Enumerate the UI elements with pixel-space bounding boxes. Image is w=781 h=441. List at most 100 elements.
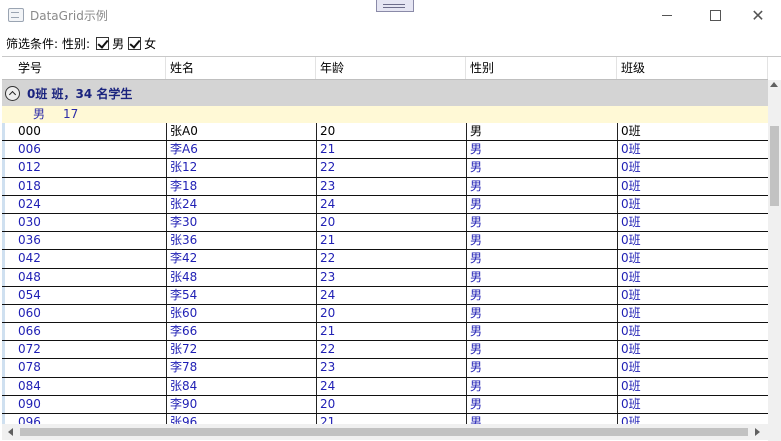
cell-age[interactable]: 21: [316, 141, 466, 159]
scroll-right-arrow-icon[interactable]: [755, 428, 760, 436]
cell-name[interactable]: 李90: [166, 395, 316, 413]
cell-student-id[interactable]: 042: [2, 250, 166, 268]
cell-class[interactable]: 0班: [617, 286, 768, 304]
table-row[interactable]: 042 李42 22 男 0班: [2, 250, 768, 269]
cell-student-id[interactable]: 066: [2, 323, 166, 341]
cell-gender[interactable]: 男: [466, 323, 617, 341]
cell-age[interactable]: 24: [316, 377, 466, 395]
cell-class[interactable]: 0班: [617, 304, 768, 323]
female-checkbox[interactable]: [128, 36, 142, 50]
cell-age[interactable]: 20: [316, 304, 466, 323]
cell-student-id[interactable]: 030: [2, 213, 166, 232]
table-row[interactable]: 006 李A6 21 男 0班: [2, 141, 768, 160]
cell-name[interactable]: 张48: [166, 268, 316, 286]
cell-class[interactable]: 0班: [617, 159, 768, 177]
table-row[interactable]: 048 张48 23 男 0班: [2, 268, 768, 287]
table-row[interactable]: 036 张36 21 男 0班: [2, 232, 768, 251]
cell-name[interactable]: 张12: [166, 159, 316, 177]
table-row[interactable]: 000 张A0 20 男 0班: [2, 123, 768, 142]
cell-gender[interactable]: 男: [466, 195, 617, 213]
cell-class[interactable]: 0班: [617, 268, 768, 286]
column-header-name[interactable]: 姓名: [166, 57, 316, 79]
cell-student-id[interactable]: 048: [2, 268, 166, 286]
cell-class[interactable]: 0班: [617, 123, 768, 141]
cell-student-id[interactable]: 000: [2, 123, 166, 141]
cell-age[interactable]: 23: [316, 268, 466, 286]
cell-gender[interactable]: 男: [466, 250, 617, 268]
cell-gender[interactable]: 男: [466, 159, 617, 177]
column-header-gender[interactable]: 性别: [466, 57, 617, 79]
table-row[interactable]: 024 张24 24 男 0班: [2, 195, 768, 214]
cell-gender[interactable]: 男: [466, 141, 617, 159]
cell-age[interactable]: 20: [316, 123, 466, 141]
cell-gender[interactable]: 男: [466, 177, 617, 195]
cell-gender[interactable]: 男: [466, 232, 617, 250]
cell-student-id[interactable]: 024: [2, 195, 166, 213]
scroll-up-arrow-icon[interactable]: [770, 82, 778, 87]
cell-student-id[interactable]: 006: [2, 141, 166, 159]
male-checkbox-label[interactable]: 男: [112, 35, 124, 52]
vertical-scrollbar[interactable]: [768, 80, 781, 441]
cell-name[interactable]: 张36: [166, 232, 316, 250]
scroll-left-arrow-icon[interactable]: [8, 428, 13, 436]
cell-age[interactable]: 22: [316, 250, 466, 268]
table-row[interactable]: 054 李54 24 男 0班: [2, 286, 768, 305]
cell-name[interactable]: 张72: [166, 341, 316, 359]
table-row[interactable]: 030 李30 20 男 0班: [2, 213, 768, 233]
cell-name[interactable]: 张24: [166, 195, 316, 213]
column-header-class[interactable]: 班级: [617, 57, 768, 79]
cell-gender[interactable]: 男: [466, 286, 617, 304]
table-row[interactable]: 060 张60 20 男 0班: [2, 304, 768, 324]
cell-class[interactable]: 0班: [617, 177, 768, 195]
cell-gender[interactable]: 男: [466, 341, 617, 359]
cell-gender[interactable]: 男: [466, 377, 617, 395]
horizontal-scrollbar[interactable]: [2, 424, 766, 440]
cell-gender[interactable]: 男: [466, 123, 617, 141]
cell-student-id[interactable]: 078: [2, 359, 166, 377]
cell-class[interactable]: 0班: [617, 195, 768, 213]
cell-student-id[interactable]: 084: [2, 377, 166, 395]
cell-name[interactable]: 李42: [166, 250, 316, 268]
cell-student-id[interactable]: 054: [2, 286, 166, 304]
cell-age[interactable]: 23: [316, 359, 466, 377]
horizontal-scroll-thumb[interactable]: [20, 428, 748, 436]
maximize-button[interactable]: [692, 0, 738, 30]
female-checkbox-label[interactable]: 女: [144, 35, 156, 52]
cell-age[interactable]: 24: [316, 195, 466, 213]
drag-grip-handle[interactable]: [376, 0, 414, 12]
cell-class[interactable]: 0班: [617, 250, 768, 268]
table-row[interactable]: 066 李66 21 男 0班: [2, 323, 768, 342]
cell-gender[interactable]: 男: [466, 213, 617, 232]
column-header-age[interactable]: 年龄: [316, 57, 466, 79]
cell-name[interactable]: 张A0: [166, 123, 316, 141]
male-checkbox[interactable]: [96, 36, 110, 50]
cell-age[interactable]: 20: [316, 395, 466, 413]
table-row[interactable]: 018 李18 23 男 0班: [2, 177, 768, 196]
cell-name[interactable]: 张84: [166, 377, 316, 395]
cell-class[interactable]: 0班: [617, 141, 768, 159]
cell-class[interactable]: 0班: [617, 323, 768, 341]
cell-class[interactable]: 0班: [617, 377, 768, 395]
cell-student-id[interactable]: 018: [2, 177, 166, 195]
cell-class[interactable]: 0班: [617, 232, 768, 250]
group-header[interactable]: 0班 班，34 名学生: [2, 80, 768, 106]
close-button[interactable]: ✕: [735, 0, 781, 30]
cell-name[interactable]: 张60: [166, 304, 316, 323]
cell-name[interactable]: 李78: [166, 359, 316, 377]
cell-name[interactable]: 李66: [166, 323, 316, 341]
table-row[interactable]: 078 李78 23 男 0班: [2, 359, 768, 378]
cell-age[interactable]: 21: [316, 232, 466, 250]
table-row[interactable]: 012 张12 22 男 0班: [2, 159, 768, 178]
cell-name[interactable]: 李54: [166, 286, 316, 304]
cell-age[interactable]: 22: [316, 159, 466, 177]
cell-gender[interactable]: 男: [466, 395, 617, 413]
cell-name[interactable]: 李30: [166, 213, 316, 232]
vertical-scroll-thumb[interactable]: [770, 126, 779, 206]
cell-age[interactable]: 23: [316, 177, 466, 195]
cell-gender[interactable]: 男: [466, 359, 617, 377]
cell-class[interactable]: 0班: [617, 395, 768, 413]
cell-class[interactable]: 0班: [617, 359, 768, 377]
cell-name[interactable]: 李18: [166, 177, 316, 195]
cell-class[interactable]: 0班: [617, 213, 768, 232]
cell-student-id[interactable]: 090: [2, 395, 166, 413]
